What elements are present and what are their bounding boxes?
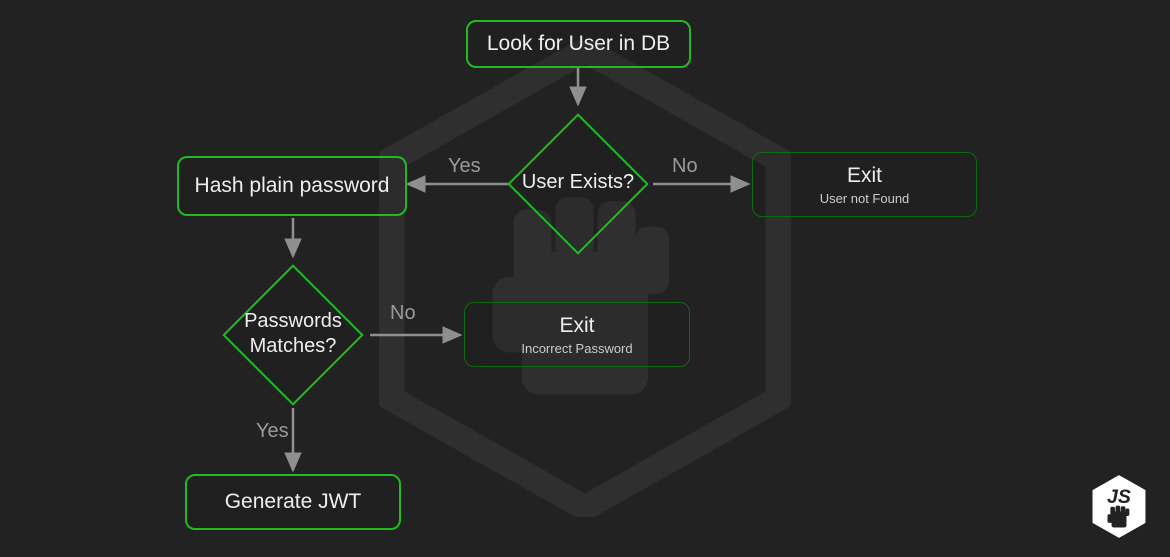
- node-generate-jwt: Generate JWT: [185, 474, 401, 530]
- node-exit-incorrect-pw-sub: Incorrect Password: [521, 341, 632, 356]
- corner-logo-icon: JS: [1090, 474, 1148, 539]
- node-look-for-user: Look for User in DB: [466, 20, 691, 68]
- edge-label-no-1: No: [672, 155, 698, 178]
- node-exit-incorrect-pw: Exit Incorrect Password: [464, 302, 690, 367]
- flow-arrows: [0, 0, 1170, 557]
- node-user-exists-label: User Exists?: [498, 171, 658, 194]
- node-hash-password-label: Hash plain password: [195, 174, 390, 198]
- svg-text:JS: JS: [1107, 486, 1131, 508]
- node-exit-not-found: Exit User not Found: [752, 152, 977, 217]
- edge-label-yes-2: Yes: [256, 420, 289, 443]
- node-exit-incorrect-pw-title: Exit: [559, 314, 594, 338]
- node-exit-not-found-sub: User not Found: [820, 191, 910, 206]
- node-exit-not-found-title: Exit: [847, 164, 882, 188]
- node-hash-password: Hash plain password: [177, 156, 407, 216]
- background-watermark: [375, 41, 795, 517]
- edge-label-yes-1: Yes: [448, 155, 481, 178]
- node-passwords-matches-label: Passwords Matches?: [213, 309, 373, 359]
- node-generate-jwt-label: Generate JWT: [225, 490, 362, 514]
- node-look-for-user-label: Look for User in DB: [487, 32, 670, 56]
- edge-label-no-2: No: [390, 302, 416, 325]
